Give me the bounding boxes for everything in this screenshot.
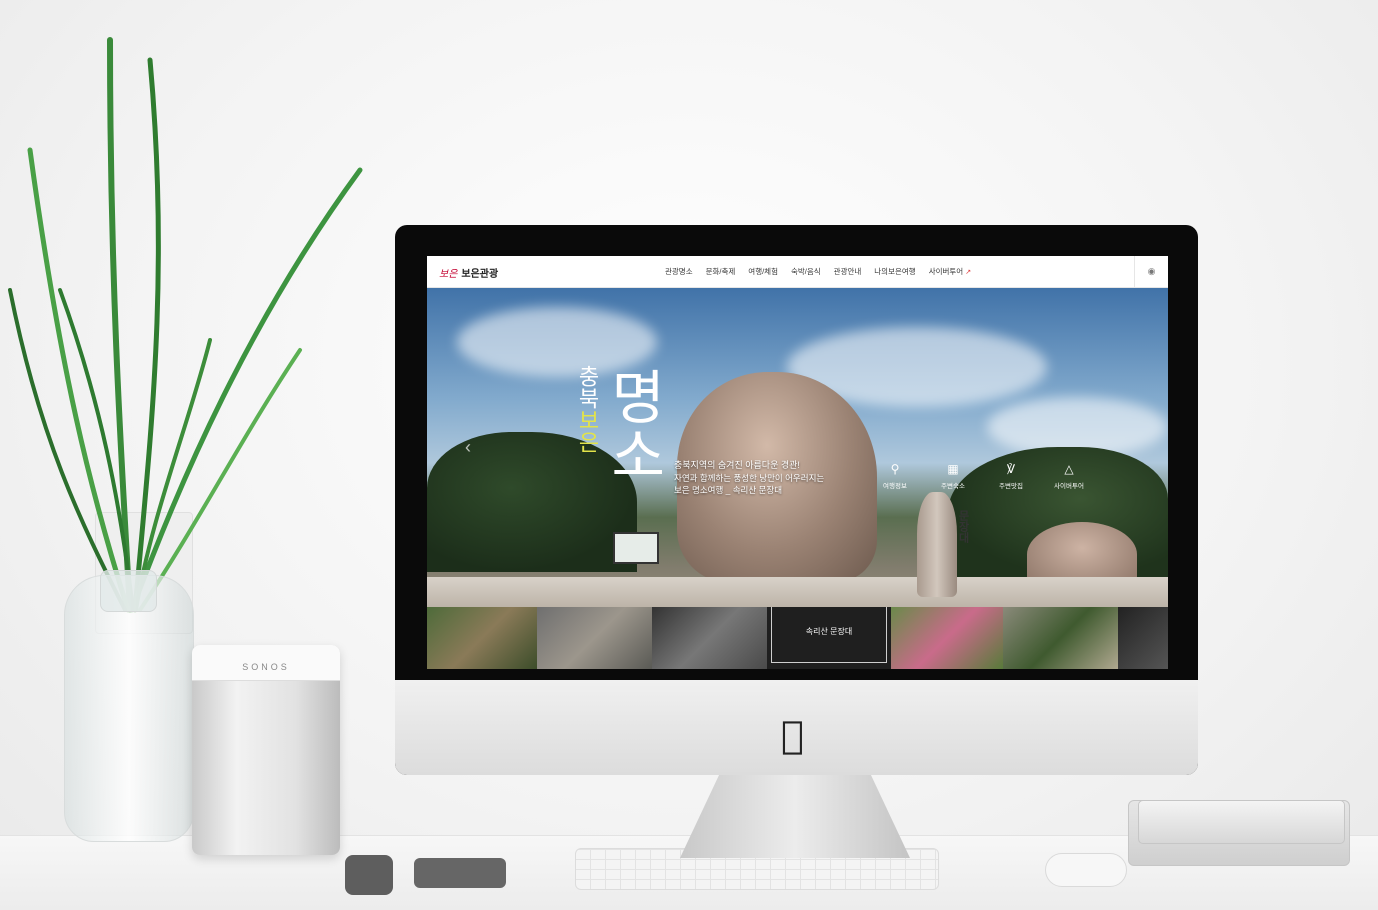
main-nav: 관광명소 문화/축제 여행/체험 숙박/음식 관광안내 나의보은여행 사이버투어… <box>665 266 971 277</box>
nav-item-travel[interactable]: 여행/체험 <box>748 266 778 277</box>
plant-leaves <box>8 37 363 613</box>
thumbnail-label: 속리산 문장대 <box>805 626 853 636</box>
thumbnail-item[interactable] <box>427 607 537 669</box>
hero-desc-line2: 자연과 함께하는 풍성한 낭만이 어우러지는 <box>674 473 825 484</box>
hero-region-text: 충북보은 <box>574 365 599 453</box>
hero-description: 충북지역의 숨겨진 아름다운 경관! 자연과 함께하는 풍성한 낭만이 어우러지… <box>674 459 824 497</box>
rock-ground <box>427 577 1168 607</box>
nav-item-attractions[interactable]: 관광명소 <box>665 266 693 277</box>
hero-banner: 문장대 ‹ 충북보은 명소 충북지역의 숨겨진 아름다운 경관! 자연과 함께하… <box>427 287 1168 607</box>
thumbnail-item[interactable] <box>1003 607 1118 669</box>
quick-link-lodging[interactable]: ▦ 주변숙소 <box>935 462 971 490</box>
nav-item-cyber-tour[interactable]: 사이버투어 ↗ <box>929 266 971 277</box>
glass-vase <box>64 575 194 842</box>
quick-link-restaurants[interactable]: ℣ 주변맛집 <box>993 462 1029 490</box>
hero-desc-line3: 보은 명소여행 _ 속리산 문장대 <box>674 485 783 496</box>
nav-item-guide[interactable]: 관광안내 <box>834 266 862 277</box>
quick-link-label: 사이버투어 <box>1054 483 1084 490</box>
globe-icon: ◉ <box>1147 266 1156 276</box>
speaker: SONOS <box>192 645 340 855</box>
website-screen: 보은 보은관광 관광명소 문화/축제 여행/체험 숙박/음식 관광안내 나의보은… <box>427 256 1168 669</box>
quick-link-cyber-tour[interactable]: △ 사이버투어 <box>1051 462 1087 490</box>
stone-inscription: 문장대 <box>957 510 969 543</box>
quick-link-label: 주변맛집 <box>999 483 1023 490</box>
hero-title: 명소 <box>599 367 668 483</box>
site-header: 보은 보은관광 관광명소 문화/축제 여행/체험 숙박/음식 관광안내 나의보은… <box>427 256 1168 288</box>
laptop-lid <box>1138 800 1345 844</box>
thumbnail-item[interactable] <box>537 607 652 669</box>
map-pin-icon: ⚲ <box>890 462 900 476</box>
vase-neck <box>100 570 157 612</box>
quick-link-label: 여행정보 <box>883 483 907 490</box>
mouse <box>1045 853 1127 887</box>
hero-prev-arrow[interactable]: ‹ <box>465 437 471 458</box>
nav-item-lodging[interactable]: 숙박/음식 <box>791 266 821 277</box>
hero-desc-line1: 충북지역의 숨겨진 아름다운 경관! <box>674 460 800 470</box>
site-logo[interactable]: 보은 보은관광 <box>439 263 498 281</box>
speaker-top: SONOS <box>192 645 340 681</box>
hero-region-top: 충북 <box>574 365 599 409</box>
smartphone <box>414 858 506 888</box>
language-button[interactable]: ◉ <box>1134 256 1168 287</box>
nav-item-my-trip[interactable]: 나의보은여행 <box>874 266 915 277</box>
external-link-icon: ↗ <box>965 269 972 276</box>
logo-text: 보은관광 <box>461 268 499 280</box>
thumbnail-item[interactable] <box>1118 607 1168 669</box>
thumbnail-item-active[interactable]: 속리산 문장대 <box>767 607 891 669</box>
nav-item-culture[interactable]: 문화/축제 <box>706 266 736 277</box>
apple-logo-icon:  <box>781 713 804 757</box>
hero-calligraphy: 충북보은 명소 <box>574 357 685 517</box>
smartwatch <box>345 855 393 895</box>
hero-region-bottom: 보은 <box>574 409 599 453</box>
logo-mark: 보은 <box>439 268 458 280</box>
info-board <box>613 532 659 564</box>
thumbnail-strip: 속리산 문장대 <box>427 607 1168 669</box>
speaker-brand-logo: SONOS <box>242 662 290 672</box>
quick-link-travel-info[interactable]: ⚲ 여행정보 <box>877 462 913 490</box>
building-icon: ▦ <box>947 462 959 476</box>
quick-links: ⚲ 여행정보 ▦ 주변숙소 ℣ 주변맛집 △ 사이버투어 <box>877 462 1087 490</box>
nav-item-cyber-tour-label: 사이버투어 <box>928 267 964 276</box>
munjangdae-stone: 문장대 <box>917 492 969 597</box>
fork-knife-icon: ℣ <box>1006 462 1016 476</box>
triangle-icon: △ <box>1064 462 1074 476</box>
quick-link-label: 주변숙소 <box>941 483 965 490</box>
thumbnail-item[interactable] <box>652 607 767 669</box>
thumbnail-item[interactable] <box>891 607 1003 669</box>
